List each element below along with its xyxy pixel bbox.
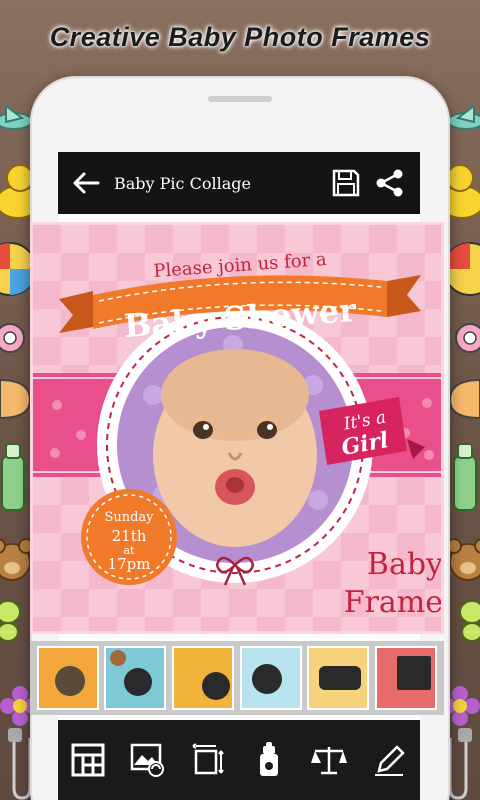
thumb-photo-slot — [124, 668, 153, 696]
arrow-left-icon — [73, 172, 100, 194]
frame-thumb-1[interactable] — [36, 646, 99, 710]
promo-headline: Creative Baby Photo Frames — [49, 22, 431, 52]
date-number: 21th — [111, 527, 147, 545]
thumb-bear — [110, 650, 127, 666]
pacifier-icon — [455, 323, 480, 353]
butterfly-icon — [459, 600, 480, 642]
app-title: Baby Pic Collage — [114, 173, 251, 193]
milk-bottle-icon — [1, 443, 25, 511]
pen-icon — [374, 745, 405, 776]
frame-thumb-2[interactable] — [104, 646, 167, 710]
caption-line-1: Baby — [366, 547, 443, 582]
caption-line-2: Frame — [343, 585, 443, 620]
share-button[interactable] — [368, 152, 412, 214]
bottom-toolbar — [58, 720, 420, 800]
image-swap-icon — [131, 743, 165, 777]
layout-tool[interactable] — [64, 736, 112, 784]
butterfly-icon — [0, 600, 21, 642]
frame-thumb-5[interactable] — [307, 646, 370, 710]
resize-icon — [192, 743, 224, 775]
frame-thumb-3[interactable] — [172, 646, 235, 710]
grid-layout-icon — [71, 743, 105, 777]
adjust-tool[interactable] — [305, 736, 353, 784]
app-bar: Baby Pic Collage — [58, 152, 420, 214]
balance-icon — [311, 747, 348, 775]
thumb-photo-slot — [251, 664, 282, 694]
bib-icon — [448, 378, 480, 420]
frame-thumbnail-strip[interactable] — [30, 641, 444, 715]
sticker-tool[interactable] — [245, 736, 293, 784]
back-button[interactable] — [58, 152, 114, 214]
pacifier-icon — [0, 323, 25, 353]
share-icon — [376, 169, 403, 197]
thumb-photo-slot — [319, 666, 362, 690]
baby-bottle-icon — [260, 742, 279, 776]
text-tool[interactable] — [366, 736, 414, 784]
frame-thumb-6[interactable] — [375, 646, 438, 710]
photo-frame-canvas[interactable]: Please join us for a Baby Shower It's a … — [30, 222, 444, 634]
thumb-photo-slot — [54, 666, 85, 696]
bib-icon — [0, 378, 32, 420]
safety-pin-icon — [448, 728, 472, 800]
save-icon — [332, 169, 360, 197]
save-button[interactable] — [324, 152, 368, 214]
date-day: Sunday — [104, 510, 154, 525]
thumb-photo-slot — [202, 672, 231, 700]
thumb-photo-slot — [397, 656, 432, 690]
milk-bottle-icon — [453, 443, 477, 511]
date-time: 17pm — [107, 555, 151, 573]
resize-tool[interactable] — [185, 736, 233, 784]
frame-thumb-4[interactable] — [239, 646, 302, 710]
change-photo-tool[interactable] — [124, 736, 172, 784]
phone-speaker — [208, 96, 272, 102]
